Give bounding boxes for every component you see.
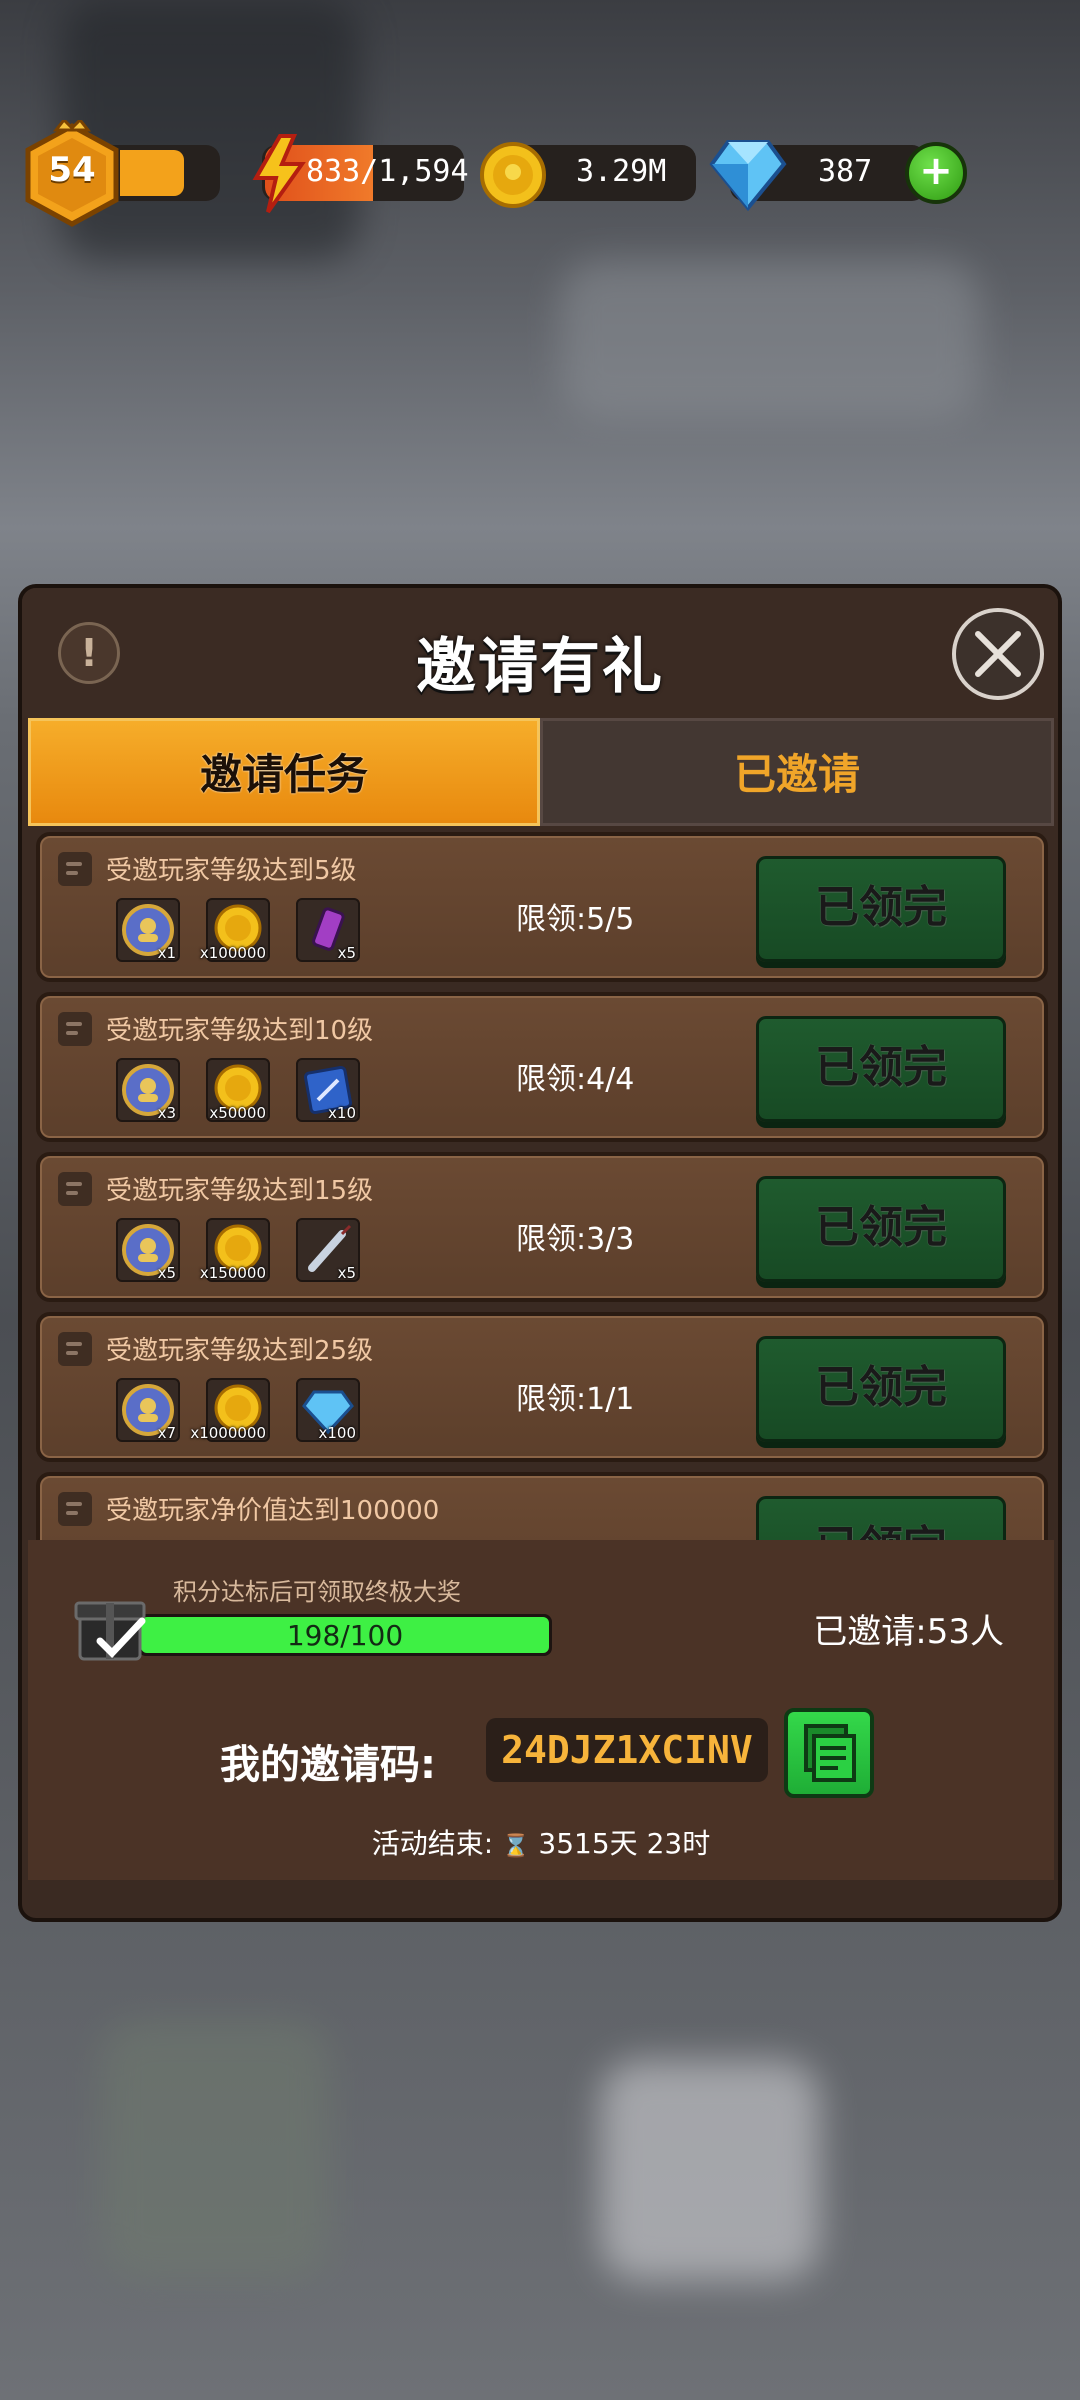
diamond-icon: [709, 140, 787, 212]
background-blur: [100, 2020, 330, 2280]
reward-slot[interactable]: x5: [116, 1218, 180, 1282]
invite-dialog: ! 邀请有礼 邀请任务 已邀请 受邀玩家等级达到5级 x1 x100000 x5…: [18, 584, 1062, 1922]
points-progress-text: 198/100: [286, 1619, 404, 1652]
task-flag-icon: [58, 1012, 92, 1046]
reward-slot[interactable]: x1: [116, 898, 180, 962]
task-title: 受邀玩家等级达到25级: [106, 1336, 374, 1366]
reward-qty: x5: [337, 944, 356, 962]
reward-qty: x50000: [209, 1104, 266, 1122]
claim-limit: 限领:4/4: [516, 1062, 635, 1097]
task-title: 受邀玩家净价值达到100000: [106, 1496, 440, 1526]
tab-bar: 邀请任务 已邀请: [28, 718, 1054, 826]
close-button[interactable]: [952, 608, 1044, 700]
reward-qty: x10: [328, 1104, 356, 1122]
reward-slot[interactable]: x5: [296, 1218, 360, 1282]
event-end-time: 活动结束: ⌛ 3515天 23时: [28, 1822, 1054, 1862]
invite-code[interactable]: 24DJZ1XCINV: [486, 1718, 768, 1782]
invite-code-label: 我的邀请码:: [220, 1742, 436, 1788]
progress-hint: 积分达标后可领取终极大奖: [173, 1578, 461, 1606]
claim-limit: 限领:3/3: [516, 1222, 635, 1257]
reward-slot[interactable]: x150000: [200, 1218, 270, 1282]
background-blur: [560, 260, 980, 420]
points-progress-bar: 198/100: [138, 1614, 552, 1656]
task-flag-icon: [58, 1172, 92, 1206]
player-level: 54: [48, 150, 96, 190]
reward-slot[interactable]: x100: [296, 1378, 360, 1442]
reward-qty: x150000: [199, 1264, 266, 1282]
coins-value: 3.29M: [576, 154, 667, 189]
gems-value: 387: [818, 154, 873, 189]
task-flag-icon: [58, 1492, 92, 1526]
reward-qty: x3: [157, 1104, 176, 1122]
reward-qty: x1000000: [190, 1424, 266, 1442]
claimed-button[interactable]: 已领完: [756, 856, 1006, 962]
tab-invited[interactable]: 已邀请: [540, 718, 1054, 826]
claimed-button[interactable]: 已领完: [756, 1016, 1006, 1122]
lightning-icon: [252, 134, 306, 214]
reward-qty: x7: [157, 1424, 176, 1442]
hourglass-icon: ⌛: [502, 1834, 530, 1859]
task-flag-icon: [58, 852, 92, 886]
invite-footer: 积分达标后可领取终极大奖 198/100 已邀请:53人 我的邀请码: 24DJ…: [28, 1540, 1054, 1880]
reward-slot[interactable]: x50000: [206, 1058, 270, 1122]
reward-slot[interactable]: x3: [116, 1058, 180, 1122]
dialog-header: ! 邀请有礼: [22, 588, 1058, 718]
event-end-label: 活动结束:: [371, 1827, 494, 1860]
reward-slot[interactable]: x100000: [200, 898, 270, 962]
invited-count: 已邀请:53人: [813, 1612, 1004, 1652]
tab-invite-tasks[interactable]: 邀请任务: [28, 718, 540, 826]
reward-qty: x5: [337, 1264, 356, 1282]
gift-icon[interactable]: [70, 1585, 150, 1665]
task-title: 受邀玩家等级达到5级: [106, 856, 357, 886]
reward-slot[interactable]: x7: [116, 1378, 180, 1442]
claimed-button[interactable]: 已领完: [756, 1336, 1006, 1442]
task-flag-icon: [58, 1332, 92, 1366]
energy-value: 833/1,594: [306, 154, 469, 189]
reward-qty: x100000: [199, 944, 266, 962]
claimed-button[interactable]: 已领完: [756, 1176, 1006, 1282]
copy-icon: [804, 1724, 856, 1782]
claim-limit: 限领:1/1: [516, 1382, 635, 1417]
reward-qty: x100: [318, 1424, 356, 1442]
close-icon: [975, 631, 1021, 677]
xp-progress-fill: [120, 150, 184, 196]
claim-limit: 限领:5/5: [516, 902, 635, 937]
reward-slot[interactable]: x5: [296, 898, 360, 962]
task-row: 受邀玩家等级达到25级 x7 x1000000 x100 限领:1/1 已领完: [36, 1312, 1048, 1462]
dialog-title: 邀请有礼: [416, 632, 664, 702]
task-row: 受邀玩家等级达到15级 x5 x150000 x5 限领:3/3 已领完: [36, 1152, 1048, 1302]
task-row: 受邀玩家等级达到5级 x1 x100000 x5 限领:5/5 已领完: [36, 832, 1048, 982]
add-gems-button[interactable]: +: [905, 142, 967, 204]
reward-qty: x5: [157, 1264, 176, 1282]
task-row: 受邀玩家等级达到10级 x3 x50000 x10 限领:4/4 已领完: [36, 992, 1048, 1142]
gold-coin-icon: [480, 142, 546, 208]
top-resource-bar: 54 833/1,594 3.29M 387 +: [0, 120, 1080, 230]
event-end-value: 3515天 23时: [538, 1827, 711, 1860]
reward-slot[interactable]: x1000000: [190, 1378, 270, 1442]
task-title: 受邀玩家等级达到10级: [106, 1016, 374, 1046]
background-blur: [600, 2060, 820, 2280]
reward-slot[interactable]: x10: [296, 1058, 360, 1122]
task-title: 受邀玩家等级达到15级: [106, 1176, 374, 1206]
copy-code-button[interactable]: [784, 1708, 874, 1798]
reward-qty: x1: [157, 944, 176, 962]
